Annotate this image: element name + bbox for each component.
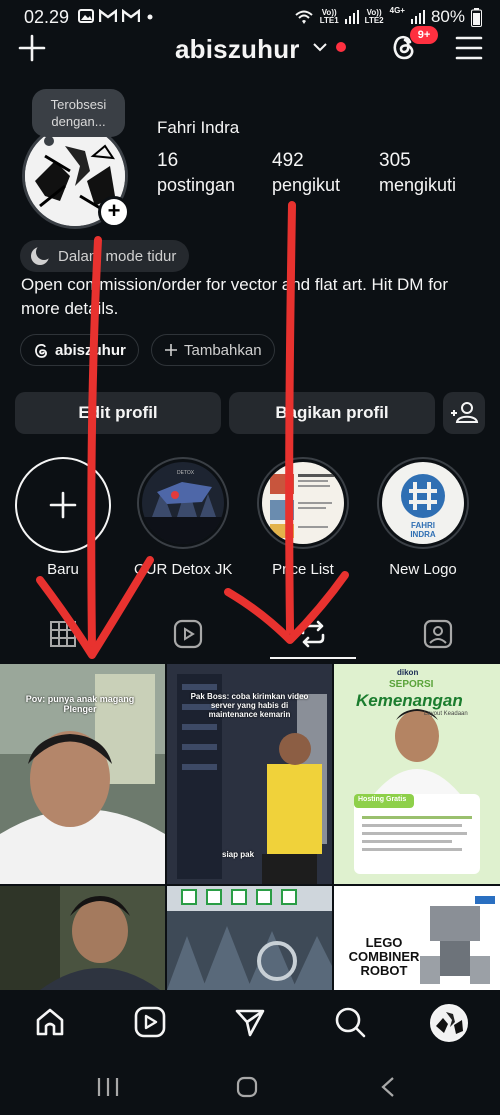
active-tab-indicator xyxy=(270,657,356,659)
grid-post-6[interactable]: LEGO COMBINER ROBOT xyxy=(334,886,500,990)
add-link-pill[interactable]: Tambahkan xyxy=(151,334,275,366)
note-bubble-tail xyxy=(44,136,54,146)
search-icon xyxy=(335,1007,366,1038)
back-chevron-icon xyxy=(381,1077,394,1097)
detox-cover: DETOX xyxy=(142,462,224,544)
share-profile-button[interactable]: Bagikan profil xyxy=(229,392,435,434)
recent-apps-button[interactable] xyxy=(96,1076,120,1103)
highlight-new-logo[interactable]: FAHRI INDRA New Logo xyxy=(374,457,472,578)
home-button[interactable] xyxy=(236,1076,258,1103)
reels-icon xyxy=(134,1006,166,1038)
tab-grid[interactable] xyxy=(0,608,125,660)
home-icon xyxy=(36,1008,64,1036)
dot-icon xyxy=(147,14,153,20)
post-title: Kemenangan xyxy=(356,691,463,710)
create-plus-icon[interactable] xyxy=(18,34,46,62)
tagged-icon xyxy=(423,619,452,649)
direct-icon xyxy=(235,1009,265,1037)
profile-avatar[interactable] xyxy=(430,1004,468,1042)
nav-reels[interactable] xyxy=(134,1006,166,1043)
grid-post-3[interactable]: dikon SEPORSI Kemenangan Layout Keadaan … xyxy=(334,664,500,884)
notification-dot xyxy=(336,42,346,52)
post-tag: siap pak xyxy=(222,850,255,859)
add-story-plus-icon[interactable]: + xyxy=(98,196,130,228)
status-time: 02.29 xyxy=(24,7,70,27)
notification-icons xyxy=(78,9,155,23)
post-brand: dikon xyxy=(397,668,419,677)
plus-icon xyxy=(165,344,177,356)
svg-text:FAHRI: FAHRI xyxy=(411,521,435,530)
highlight-label: Price List xyxy=(272,561,334,578)
post-title: LEGO COMBINER ROBOT xyxy=(348,935,420,978)
status-right: Vo)) LTE1 Vo)) LTE2 4G+ 80% xyxy=(294,7,482,27)
image-icon xyxy=(78,9,94,23)
profile-username[interactable]: abiszuhur xyxy=(175,34,300,65)
highlight-label: OUR Detox JK... xyxy=(134,561,232,578)
grid-post-1[interactable]: Pov: punya anak magang Plenger xyxy=(0,664,165,884)
grid-post-5[interactable] xyxy=(167,886,332,990)
sleep-mode-label: Dalam mode tidur xyxy=(58,247,177,265)
highlight-price-list[interactable]: Price List xyxy=(254,457,352,578)
pricelist-cover xyxy=(262,462,344,544)
threads-link-pill[interactable]: abiszuhur xyxy=(20,334,139,366)
back-button[interactable] xyxy=(380,1076,396,1103)
threads-icon xyxy=(35,343,47,358)
reposts-icon xyxy=(301,620,324,648)
profile-bio: Open commission/order for vector and fla… xyxy=(21,275,449,318)
wifi-icon xyxy=(295,10,313,24)
highlight-detox[interactable]: DETOX OUR Detox JK... xyxy=(134,457,232,578)
highlight-label: New Logo xyxy=(389,561,457,578)
tab-reposts[interactable] xyxy=(250,608,375,660)
bottom-nav xyxy=(0,990,500,1054)
signal-icon xyxy=(410,10,425,24)
stat-followers[interactable]: 492 pengikut xyxy=(272,150,340,196)
newlogo-cover: FAHRI INDRA xyxy=(382,462,464,544)
edit-profile-button[interactable]: Edit profil xyxy=(15,392,221,434)
stat-posts[interactable]: 16 postingan xyxy=(157,150,235,196)
grid-post-4[interactable] xyxy=(0,886,165,990)
svg-text:DETOX: DETOX xyxy=(177,470,195,476)
post-box-title: Hosting Gratis xyxy=(358,796,407,803)
post-subtitle: Layout Keadaan xyxy=(424,711,468,717)
signal-icon xyxy=(344,10,359,24)
sleep-mode-pill[interactable]: Dalam mode tidur xyxy=(20,240,190,272)
threads-badge: 9+ xyxy=(410,26,438,44)
menu-icon[interactable] xyxy=(455,35,483,61)
post-caption: Pov: punya anak magang Plenger xyxy=(25,694,135,714)
grid-icon xyxy=(49,621,76,647)
svg-text:INDRA: INDRA xyxy=(410,530,436,539)
threads-link-label: abiszuhur xyxy=(55,341,126,359)
nav-search[interactable] xyxy=(334,1006,366,1043)
moon-icon xyxy=(31,246,50,265)
gmail-icon xyxy=(99,9,117,22)
sim1-label: Vo)) LTE1 xyxy=(319,8,339,25)
battery-icon xyxy=(471,7,482,27)
add-link-label: Tambahkan xyxy=(184,341,262,359)
profile-name: Fahri Indra xyxy=(157,118,240,137)
chevron-down-icon[interactable] xyxy=(313,42,327,52)
tab-reels[interactable] xyxy=(125,608,250,660)
highlight-label: Baru xyxy=(47,561,79,578)
gmail-icon xyxy=(122,9,140,22)
nav-direct[interactable] xyxy=(234,1006,266,1043)
post-heading: SEPORSI xyxy=(389,679,434,690)
home-square-icon xyxy=(236,1076,258,1098)
stat-following[interactable]: 305 mengikuti xyxy=(379,150,456,196)
network-type: 4G+ xyxy=(389,6,405,15)
recents-icon xyxy=(97,1078,119,1096)
grid-post-2[interactable]: Pak Boss: coba kirimkan video server yan… xyxy=(167,664,332,884)
plus-icon xyxy=(49,491,77,519)
system-nav-bar xyxy=(0,1054,500,1115)
sim2-label: Vo)) LTE2 xyxy=(364,8,384,25)
highlight-new[interactable]: Baru xyxy=(14,457,112,578)
reels-icon xyxy=(173,619,202,649)
tab-tagged[interactable] xyxy=(375,608,500,660)
note-bubble[interactable]: Terobsesi dengan... xyxy=(32,89,125,137)
discover-people-button[interactable] xyxy=(443,392,485,434)
nav-home[interactable] xyxy=(34,1006,66,1043)
battery-percent: 80% xyxy=(430,7,465,26)
add-person-icon xyxy=(451,402,479,423)
post-caption: Pak Boss: coba kirimkan video server yan… xyxy=(190,692,309,719)
